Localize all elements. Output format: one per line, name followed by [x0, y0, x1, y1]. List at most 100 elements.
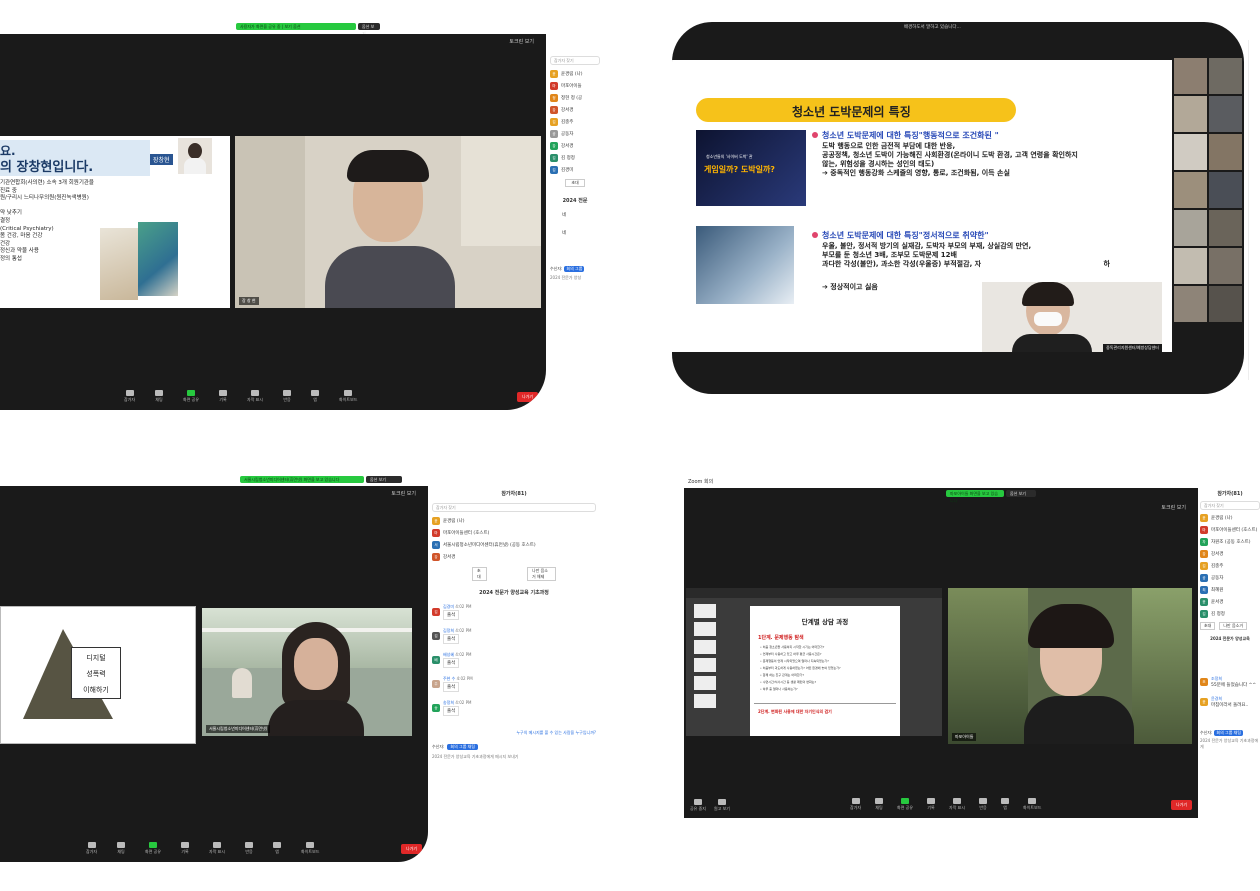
chat-button[interactable]: 채팅 [875, 797, 884, 811]
leave-button[interactable]: 나가기 [516, 392, 538, 402]
slide-title: 청소년 도박문제의 특징 [792, 105, 911, 119]
share-screen-button[interactable]: 화면 공유 [897, 797, 913, 811]
whiteboard-button[interactable]: 화이트보드 [1023, 797, 1041, 811]
reactions-button[interactable]: 반응 [245, 841, 254, 855]
apps-button[interactable]: 앱 [273, 841, 282, 855]
participant-video[interactable] [1209, 58, 1242, 94]
participants-button[interactable]: 참가자 [124, 389, 135, 403]
participant-item[interactable]: 공 공동자 [1200, 572, 1260, 584]
view-toggle[interactable]: 토크린 보기 [509, 38, 534, 45]
speaker-video[interactable]: 서울시립청소년미디어센터(휴먼넷) [202, 608, 412, 736]
participant-video[interactable] [1174, 172, 1207, 208]
mute-button[interactable]: 나만 음소거 [1219, 622, 1248, 630]
speaker-video[interactable]: 중독관리지원센터/예방상담센터 [982, 282, 1162, 352]
whiteboard-button[interactable]: 화이트보드 [301, 841, 319, 855]
participant-video[interactable] [1174, 286, 1207, 322]
reactions-button[interactable]: 반응 [979, 797, 988, 811]
participant-video[interactable] [1174, 210, 1207, 246]
view-options-button[interactable]: 옵션 보기 [1006, 490, 1036, 497]
chat-input[interactable]: 2024 전문가 양성교육 기초과정에게 [1200, 738, 1260, 750]
section-1-heading: 청소년 도박문제에 대한 특징"행동적으로 조건화된 " [822, 131, 999, 140]
leave-button[interactable]: 나가기 [1170, 800, 1192, 810]
participants-button[interactable]: 참가자 [86, 841, 97, 855]
participant-item[interactable]: 김 김경미 [550, 164, 600, 176]
participant-video[interactable] [1174, 58, 1207, 94]
participant-video[interactable] [1209, 134, 1242, 170]
apps-button[interactable]: 앱 [1001, 797, 1010, 811]
recipient-button[interactable]: 회의 그룹 채팅 [447, 744, 479, 750]
share-screen-button[interactable]: 화면 공유 [183, 389, 199, 403]
participant-item[interactable]: 마 마포아이들 [550, 80, 600, 92]
speaker-video[interactable]: 마포아이들 [948, 588, 1192, 744]
avatar: 윤 [550, 70, 558, 78]
sharing-banner: 사용자가 화면을 공유 중 | 보기 옵션 [236, 23, 356, 30]
record-button[interactable]: 기록 [927, 797, 936, 811]
participant-item[interactable]: 김김 청정 [1200, 608, 1260, 620]
participant-search-input[interactable]: 참가자 찾기 [1200, 501, 1260, 510]
participant-video[interactable] [1174, 134, 1207, 170]
participant-item[interactable]: 강 강서경 [550, 104, 600, 116]
whiteboard-icon [344, 389, 353, 396]
view-toggle[interactable]: 토크린 보기 [1161, 504, 1186, 511]
chat-title: 2024 전문가 양성교육 [1210, 636, 1250, 641]
participant-video[interactable] [1174, 96, 1207, 132]
captions-button[interactable]: 자막 표시 [949, 797, 965, 811]
participant-item[interactable]: 강 강서경 [432, 551, 596, 563]
chat-icon [875, 797, 884, 804]
participant-video[interactable] [1174, 248, 1207, 284]
invite-button[interactable]: 초대 [565, 179, 585, 187]
chat-message: 주 주현 수 4:02 PM 출석 [432, 672, 596, 696]
participant-item[interactable]: 마 마포아이들센터 (호스트) [1200, 524, 1260, 536]
slide-name-tag: 장창현 [150, 154, 173, 165]
stop-share-button[interactable]: 공유 중지 [690, 799, 706, 812]
avatar: 마 [550, 82, 558, 90]
participant-search-input[interactable]: 참가자 찾기 [432, 503, 596, 512]
share-screen-button[interactable]: 화면 공유 [145, 841, 161, 855]
participant-search-input[interactable]: 참가자 찾기 [550, 56, 600, 65]
participant-item[interactable]: 김김 청정 [550, 152, 600, 164]
participant-item[interactable]: 윤 윤경림 (나) [432, 515, 596, 527]
unmute-button[interactable]: 나만 음소거 해제 [526, 567, 556, 581]
participant-video[interactable] [1209, 172, 1242, 208]
participant-video[interactable] [1209, 286, 1242, 322]
leave-button[interactable]: 나가기 [400, 844, 422, 854]
whiteboard-button[interactable]: 화이트보드 [339, 389, 357, 403]
record-button[interactable]: 기록 [181, 841, 190, 855]
record-button[interactable]: 기록 [219, 389, 228, 403]
participant-item[interactable]: 윤 윤경림 (나) [1200, 512, 1260, 524]
participant-item[interactable]: 김 김충주 [550, 116, 600, 128]
speaker-video[interactable]: 장 창 현 [235, 136, 541, 308]
chat-button[interactable]: 채팅 [117, 841, 126, 855]
participant-item[interactable]: 김 김충주 [1200, 560, 1260, 572]
reactions-button[interactable]: 반응 [283, 389, 292, 403]
participant-video[interactable] [1209, 96, 1242, 132]
participant-item[interactable]: 윤 윤서경 [1200, 596, 1260, 608]
participant-item[interactable]: 마 마포아이들센터 (호스트) [432, 527, 596, 539]
participant-item[interactable]: 정 정현 정 (공 [550, 92, 600, 104]
participant-item[interactable]: 자 자원조 (공동 호스트) [1200, 536, 1260, 548]
apps-button[interactable]: 앱 [311, 389, 320, 403]
chat-input[interactable]: 2024 전문가 양성교육 기초과정에게 메시지 보내기 [432, 754, 596, 760]
captions-button[interactable]: 자막 표시 [247, 389, 263, 403]
participant-item[interactable]: 강 강서경 [1200, 548, 1260, 560]
captions-button[interactable]: 자막 표시 [209, 841, 225, 855]
participant-video[interactable] [1209, 248, 1242, 284]
participant-item[interactable]: 강 강서경 [550, 140, 600, 152]
recipient-button[interactable]: 회의 그룹 채팅 [1214, 730, 1244, 736]
participant-item[interactable]: 윤 윤경림 (나) [550, 68, 600, 80]
participant-video[interactable] [1209, 210, 1242, 246]
invite-button[interactable]: 초대 [1200, 622, 1216, 630]
participant-item[interactable]: 서 서울시립청소년미디어센터(휴먼넷) (공동 호스트) [432, 539, 596, 551]
chat-input[interactable]: 2024 전문가 양성 [550, 275, 600, 281]
view-options-button[interactable]: 옵션 보기 [358, 23, 380, 36]
participants-button[interactable]: 참가자 [850, 797, 861, 811]
view-script-button[interactable]: 원고 보기 [714, 799, 730, 812]
chat-visibility-hint[interactable]: 누구의 메시지를 볼 수 있는 사람을 누구입니까? [432, 730, 596, 736]
view-toggle[interactable]: 토크린 보기 [391, 490, 416, 497]
participant-item[interactable]: 공 공동자 [550, 128, 600, 140]
view-options-button[interactable]: 옵션 보기 [366, 476, 402, 483]
participant-item[interactable]: 최 최혜원 [1200, 584, 1260, 596]
invite-button[interactable]: 초대 [472, 567, 487, 581]
recipient-button[interactable]: 회의 그룹 [564, 266, 585, 272]
chat-button[interactable]: 채팅 [155, 389, 164, 403]
